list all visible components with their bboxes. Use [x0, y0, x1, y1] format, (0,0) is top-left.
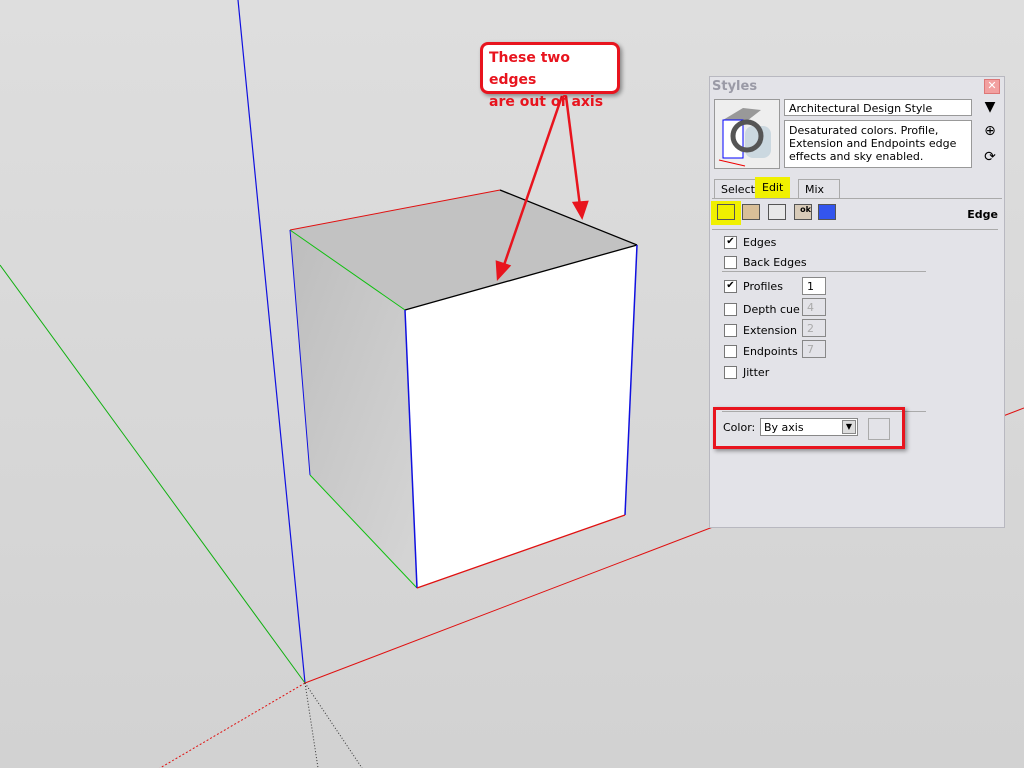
- checkbox-extension[interactable]: [724, 323, 737, 337]
- modeling-settings-icon[interactable]: [818, 204, 836, 220]
- checkbox-endpoints[interactable]: [724, 344, 737, 358]
- background-settings-icon[interactable]: [768, 204, 786, 220]
- option-edges[interactable]: ✔ Edges: [724, 234, 776, 250]
- checkbox-profiles[interactable]: ✔: [724, 279, 737, 293]
- style-name-field[interactable]: Architectural Design Style: [784, 99, 972, 116]
- edge-settings-icon[interactable]: [717, 204, 735, 220]
- color-select[interactable]: By axis ▼: [760, 418, 858, 436]
- divider: [712, 229, 998, 230]
- styles-panel: Styles ✕ Architectural Design Style Desa…: [709, 76, 1005, 528]
- option-label: Endpoints: [743, 344, 798, 358]
- option-jitter[interactable]: Jitter: [724, 364, 769, 380]
- annotation-callout: These two edges are out of axis: [480, 42, 620, 110]
- option-label: Jitter: [743, 365, 770, 379]
- chevron-down-icon[interactable]: ▼: [842, 420, 856, 434]
- tab-edit[interactable]: Edit: [755, 177, 791, 198]
- color-swatch[interactable]: [868, 418, 890, 440]
- callout-line-2: are out of axis: [489, 94, 604, 110]
- option-label: Profiles: [743, 279, 783, 293]
- option-label: Depth cue: [743, 302, 800, 316]
- update-style-icon[interactable]: ⟳: [982, 149, 998, 165]
- checkbox-depth-cue[interactable]: [724, 302, 737, 316]
- callout-line-1: These two edges: [489, 50, 570, 88]
- watermark-settings-icon[interactable]: ok: [794, 204, 812, 220]
- style-thumbnail[interactable]: [714, 99, 780, 169]
- divider: [712, 198, 1002, 199]
- profiles-width-input[interactable]: 1: [802, 277, 826, 295]
- tab-label: Select: [721, 183, 755, 196]
- option-depth-cue[interactable]: Depth cue: [724, 301, 800, 317]
- section-label: Edge: [967, 208, 998, 221]
- divider: [722, 271, 926, 272]
- extension-input[interactable]: 2: [802, 319, 826, 337]
- face-settings-icon[interactable]: [742, 204, 760, 220]
- checkbox-back-edges[interactable]: [724, 255, 737, 269]
- checkbox-edges[interactable]: ✔: [724, 235, 737, 249]
- close-icon[interactable]: ✕: [984, 79, 1000, 94]
- option-extension[interactable]: Extension: [724, 322, 797, 338]
- color-label: Color:: [723, 421, 756, 434]
- endpoints-input[interactable]: 7: [802, 340, 826, 358]
- tab-mix[interactable]: Mix: [798, 179, 840, 198]
- option-profiles[interactable]: ✔ Profiles: [724, 278, 783, 294]
- option-label: Back Edges: [743, 255, 807, 269]
- tab-label: Edit: [762, 181, 784, 194]
- display-secondary-pane-icon[interactable]: ▼: [982, 99, 998, 115]
- color-select-value: By axis: [764, 421, 804, 434]
- tab-label: Mix: [805, 183, 825, 196]
- style-description-field[interactable]: Desaturated colors. Profile, Extension a…: [784, 120, 972, 168]
- option-endpoints[interactable]: Endpoints: [724, 343, 798, 359]
- option-label: Extension: [743, 323, 798, 337]
- depth-cue-input[interactable]: 4: [802, 298, 826, 316]
- checkbox-jitter[interactable]: [724, 365, 737, 379]
- panel-title: Styles: [712, 79, 758, 94]
- create-new-style-icon[interactable]: ⊕: [982, 123, 998, 139]
- option-back-edges[interactable]: Back Edges: [724, 254, 807, 270]
- option-label: Edges: [743, 235, 777, 249]
